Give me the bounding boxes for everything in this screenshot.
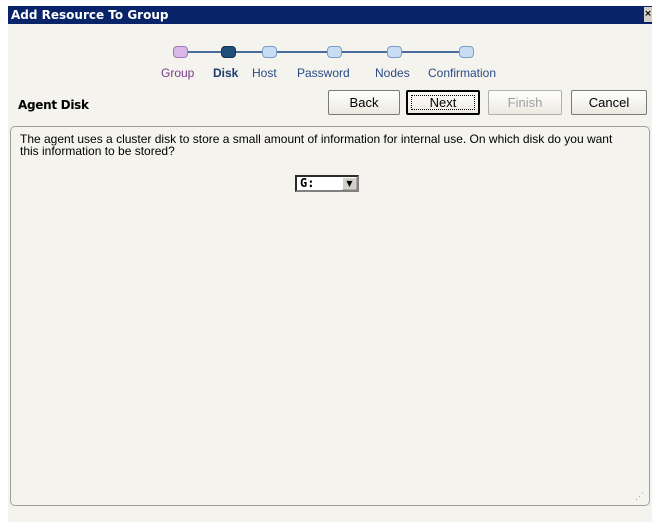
step-marker-confirmation (459, 46, 474, 58)
close-icon[interactable]: × (644, 7, 652, 22)
step-marker-password (327, 46, 342, 58)
step-label-disk: Disk (213, 66, 239, 80)
chevron-down-icon[interactable]: ▼ (342, 177, 357, 190)
step-connector (277, 51, 327, 53)
step-label-password: Password (297, 66, 350, 80)
step-marker-nodes (387, 46, 402, 58)
step-marker-disk (221, 46, 236, 58)
back-button[interactable]: Back (328, 90, 400, 115)
step-connector (236, 51, 262, 53)
content-panel: The agent uses a cluster disk to store a… (10, 126, 650, 506)
step-connector (188, 51, 221, 53)
focus-rectangle (411, 95, 475, 110)
description-text: The agent uses a cluster disk to store a… (20, 132, 613, 158)
step-marker-group (173, 46, 188, 58)
disk-select-value: G: (300, 176, 315, 190)
step-label-group: Group (161, 66, 195, 80)
wizard-window: Group Disk Host Password Nodes Confirmat… (8, 24, 652, 522)
window-title: Add Resource To Group (11, 8, 169, 22)
disk-select[interactable]: G: ▼ (295, 175, 359, 192)
step-label-confirmation: Confirmation (428, 66, 497, 80)
wizard-steps: Group Disk Host Password Nodes Confirmat… (8, 24, 652, 86)
cancel-button[interactable]: Cancel (571, 90, 647, 115)
next-button[interactable]: Next (406, 90, 480, 115)
step-label-nodes: Nodes (375, 66, 410, 80)
step-label-host: Host (252, 66, 277, 80)
resize-grip-icon[interactable]: ⋰ (635, 491, 645, 501)
step-marker-host (262, 46, 277, 58)
step-connector (402, 51, 459, 53)
page-title: Agent Disk (18, 98, 89, 112)
finish-button[interactable]: Finish (488, 90, 562, 115)
window-titlebar[interactable]: Add Resource To Group × (8, 6, 652, 24)
step-connector (342, 51, 387, 53)
